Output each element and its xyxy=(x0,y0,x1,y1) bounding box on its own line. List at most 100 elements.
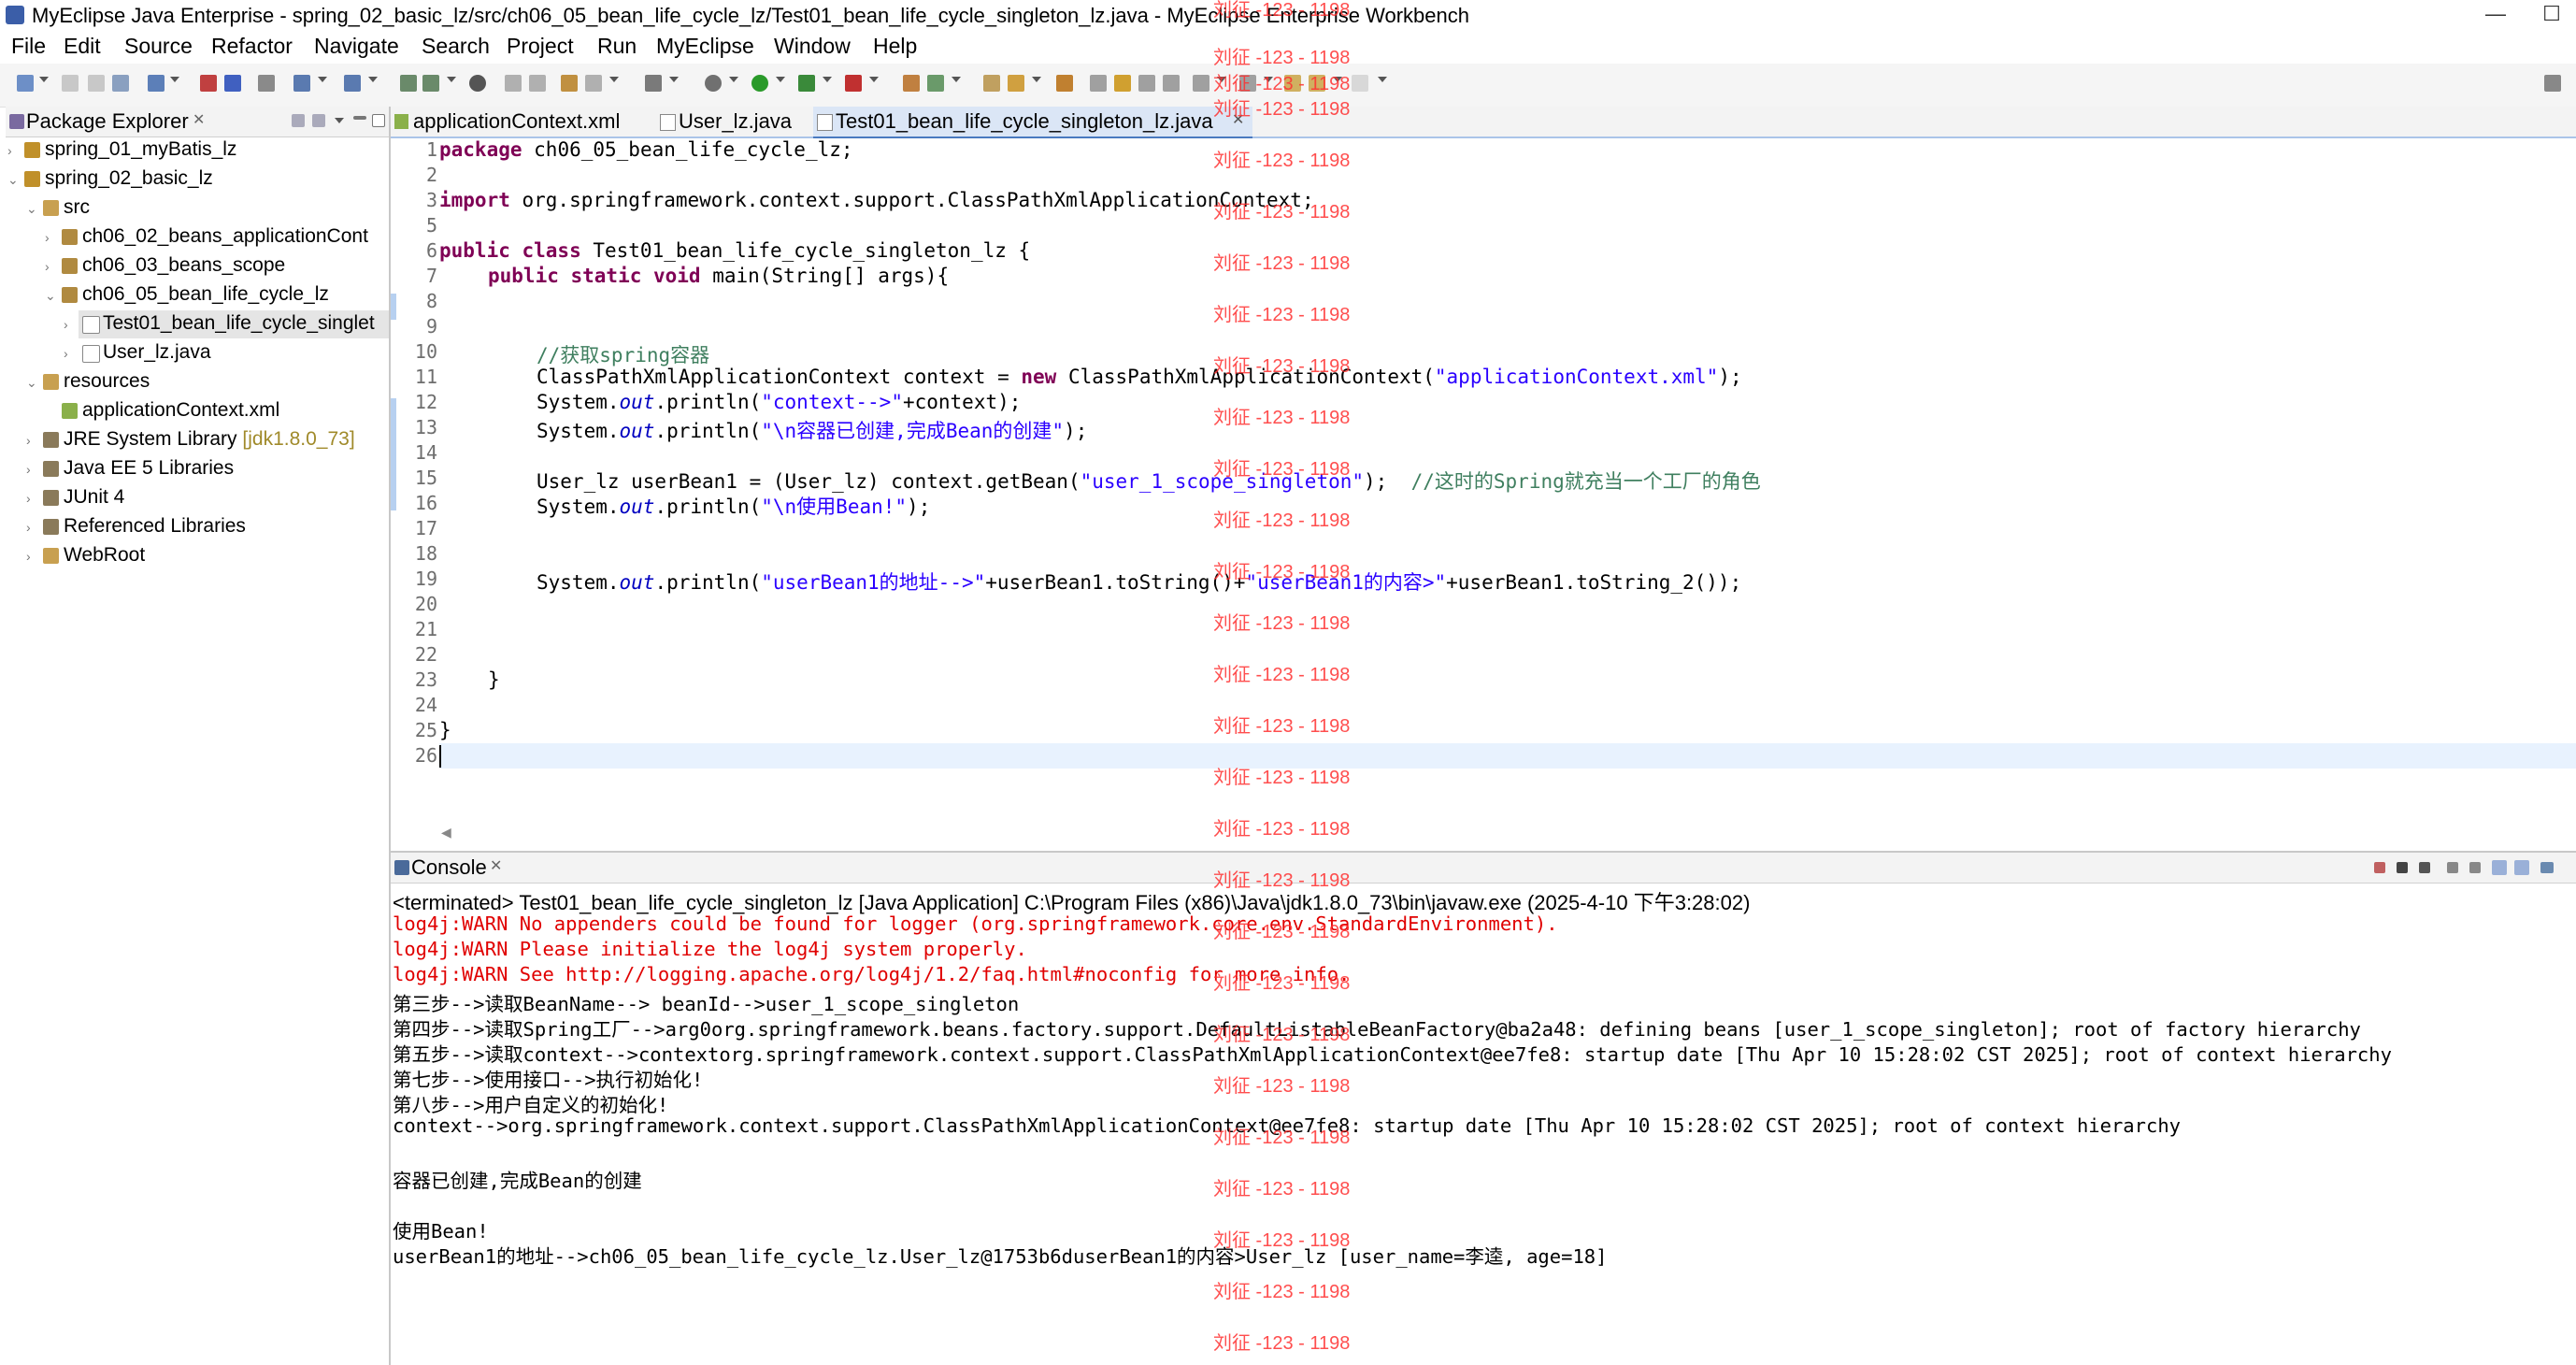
annotation-prev-icon[interactable] xyxy=(1114,75,1131,92)
menu-search[interactable]: Search xyxy=(422,34,490,59)
tree-item-spring-02-basic-lz[interactable]: ⌄ spring_02_basic_lz xyxy=(6,165,389,194)
menu-help[interactable]: Help xyxy=(873,34,917,59)
monitor-icon[interactable] xyxy=(645,75,662,92)
tree-item-jre-system-library[interactable]: › JRE System Library [jdk1.8.0_73] xyxy=(6,426,389,454)
expand-icon[interactable]: › xyxy=(26,549,31,564)
terminate-icon[interactable] xyxy=(2374,862,2385,873)
tree-item-ch06-03[interactable]: › ch06_03_beans_scope xyxy=(6,252,389,280)
tree-item-user-lz-java[interactable]: › User_lz.java xyxy=(6,339,389,367)
tab-applicationcontext-xml[interactable]: applicationContext.xml xyxy=(391,107,652,136)
collapse-all-icon[interactable] xyxy=(292,114,305,127)
maximize-view-icon[interactable] xyxy=(372,114,385,127)
tree-item-resources[interactable]: ⌄ resources xyxy=(6,368,389,396)
debug-config-icon[interactable] xyxy=(293,75,310,92)
open-type-icon[interactable] xyxy=(148,75,165,92)
expand-icon[interactable]: › xyxy=(26,520,31,535)
expand-icon[interactable]: › xyxy=(45,259,50,274)
scroll-left-icon[interactable]: ◀ xyxy=(441,825,451,841)
tree-item-test01-selected[interactable]: › Test01_bean_life_cycle_singlet xyxy=(64,310,389,338)
tree-item-spring-01-mybatis-lz[interactable]: › spring_01_myBatis_lz xyxy=(6,136,389,165)
collapse-icon[interactable]: ⌄ xyxy=(26,201,37,217)
expand-icon[interactable]: › xyxy=(64,317,68,332)
dropdown-arrow-icon[interactable] xyxy=(952,77,961,82)
maximize-button[interactable]: ☐ xyxy=(2524,2,2576,28)
open-file-icon[interactable] xyxy=(529,75,546,92)
new-icon[interactable] xyxy=(17,75,34,92)
dropdown-arrow-icon[interactable] xyxy=(447,77,456,82)
dropdown-arrow-icon[interactable] xyxy=(1378,77,1387,82)
run-last-icon[interactable] xyxy=(469,75,486,92)
expand-icon[interactable]: › xyxy=(64,346,68,361)
expand-icon[interactable]: › xyxy=(26,462,31,477)
run-icon[interactable] xyxy=(751,75,768,92)
remove-all-icon[interactable] xyxy=(2419,862,2430,873)
menu-refactor[interactable]: Refactor xyxy=(211,34,293,59)
dropdown-arrow-icon[interactable] xyxy=(669,77,679,82)
menu-project[interactable]: Project xyxy=(507,34,574,59)
menu-navigate[interactable]: Navigate xyxy=(314,34,399,59)
annotation-next-icon[interactable] xyxy=(1090,75,1107,92)
dropdown-arrow-icon[interactable] xyxy=(368,77,378,82)
expand-icon[interactable]: › xyxy=(26,491,31,506)
tab-user-lz-java[interactable]: User_lz.java xyxy=(656,107,824,136)
dropdown-arrow-icon[interactable] xyxy=(729,77,738,82)
view-menu-icon[interactable] xyxy=(335,118,344,123)
menu-edit[interactable]: Edit xyxy=(64,34,101,59)
remove-launch-icon[interactable] xyxy=(2397,862,2408,873)
collapse-icon[interactable]: ⌄ xyxy=(26,375,37,391)
tree-item-ch06-05[interactable]: ⌄ ch06_05_bean_life_cycle_lz xyxy=(6,281,389,309)
java-editor[interactable]: applicationContext.xml User_lz.java Test… xyxy=(391,107,2576,853)
expand-icon[interactable]: › xyxy=(26,433,31,448)
print-icon[interactable] xyxy=(112,75,129,92)
dropdown-arrow-icon[interactable] xyxy=(776,77,785,82)
web-service-icon[interactable] xyxy=(585,75,602,92)
minimize-view-icon[interactable] xyxy=(353,116,366,120)
external-tools-icon[interactable] xyxy=(344,75,361,92)
menu-window[interactable]: Window xyxy=(774,34,851,59)
scroll-lock-icon[interactable] xyxy=(2469,862,2481,873)
tree-item-junit-4[interactable]: › JUnit 4 xyxy=(6,484,389,512)
collapse-icon[interactable]: ⌄ xyxy=(7,172,19,188)
save-all-icon[interactable] xyxy=(88,75,105,92)
menu-run[interactable]: Run xyxy=(597,34,637,59)
open-folder-icon[interactable] xyxy=(505,75,522,92)
new-java-package-icon[interactable] xyxy=(927,75,944,92)
dropdown-arrow-icon[interactable] xyxy=(170,77,179,82)
menu-source[interactable]: Source xyxy=(124,34,193,59)
save-icon[interactable] xyxy=(62,75,79,92)
server-icon[interactable] xyxy=(200,75,217,92)
link-with-editor-icon[interactable] xyxy=(312,114,325,127)
expand-icon[interactable]: › xyxy=(7,143,12,158)
search-task-icon[interactable] xyxy=(1008,75,1024,92)
lock-icon[interactable] xyxy=(258,75,275,92)
show-whitespace-icon[interactable] xyxy=(1163,75,1180,92)
debug-icon[interactable] xyxy=(705,75,722,92)
run-external-icon[interactable] xyxy=(798,75,815,92)
dropdown-arrow-icon[interactable] xyxy=(1032,77,1041,82)
dropdown-arrow-icon[interactable] xyxy=(39,77,49,82)
tree-item-webroot[interactable]: › WebRoot xyxy=(6,542,389,570)
close-view-icon[interactable]: ✕ xyxy=(490,856,502,875)
open-resource-icon[interactable] xyxy=(1056,75,1073,92)
new-package-icon[interactable] xyxy=(400,75,417,92)
new-class-icon[interactable] xyxy=(422,75,439,92)
forward-icon[interactable] xyxy=(1352,75,1368,92)
deploy-icon[interactable] xyxy=(224,75,241,92)
dropdown-arrow-icon[interactable] xyxy=(869,77,879,82)
tab-test01-active[interactable]: Test01_bean_life_cycle_singleton_lz.java… xyxy=(813,107,1252,138)
show-on-error-icon[interactable] xyxy=(2514,860,2529,875)
tree-item-referenced-libraries[interactable]: › Referenced Libraries xyxy=(6,513,389,541)
tree-item-applicationcontext-xml[interactable]: applicationContext.xml xyxy=(6,397,389,425)
coverage-icon[interactable] xyxy=(845,75,862,92)
menu-myeclipse[interactable]: MyEclipse xyxy=(656,34,754,59)
open-task-icon[interactable] xyxy=(983,75,1000,92)
tree-item-src[interactable]: ⌄ src xyxy=(6,194,389,223)
dropdown-arrow-icon[interactable] xyxy=(318,77,327,82)
menu-file[interactable]: File xyxy=(11,34,46,59)
open-console-icon[interactable] xyxy=(2540,862,2554,873)
tree-item-ch06-02[interactable]: › ch06_02_beans_applicationCont xyxy=(6,223,389,251)
dropdown-arrow-icon[interactable] xyxy=(609,77,619,82)
new-java-project-icon[interactable] xyxy=(903,75,920,92)
toggle-mark-icon[interactable] xyxy=(1138,75,1155,92)
dropdown-arrow-icon[interactable] xyxy=(823,77,832,82)
